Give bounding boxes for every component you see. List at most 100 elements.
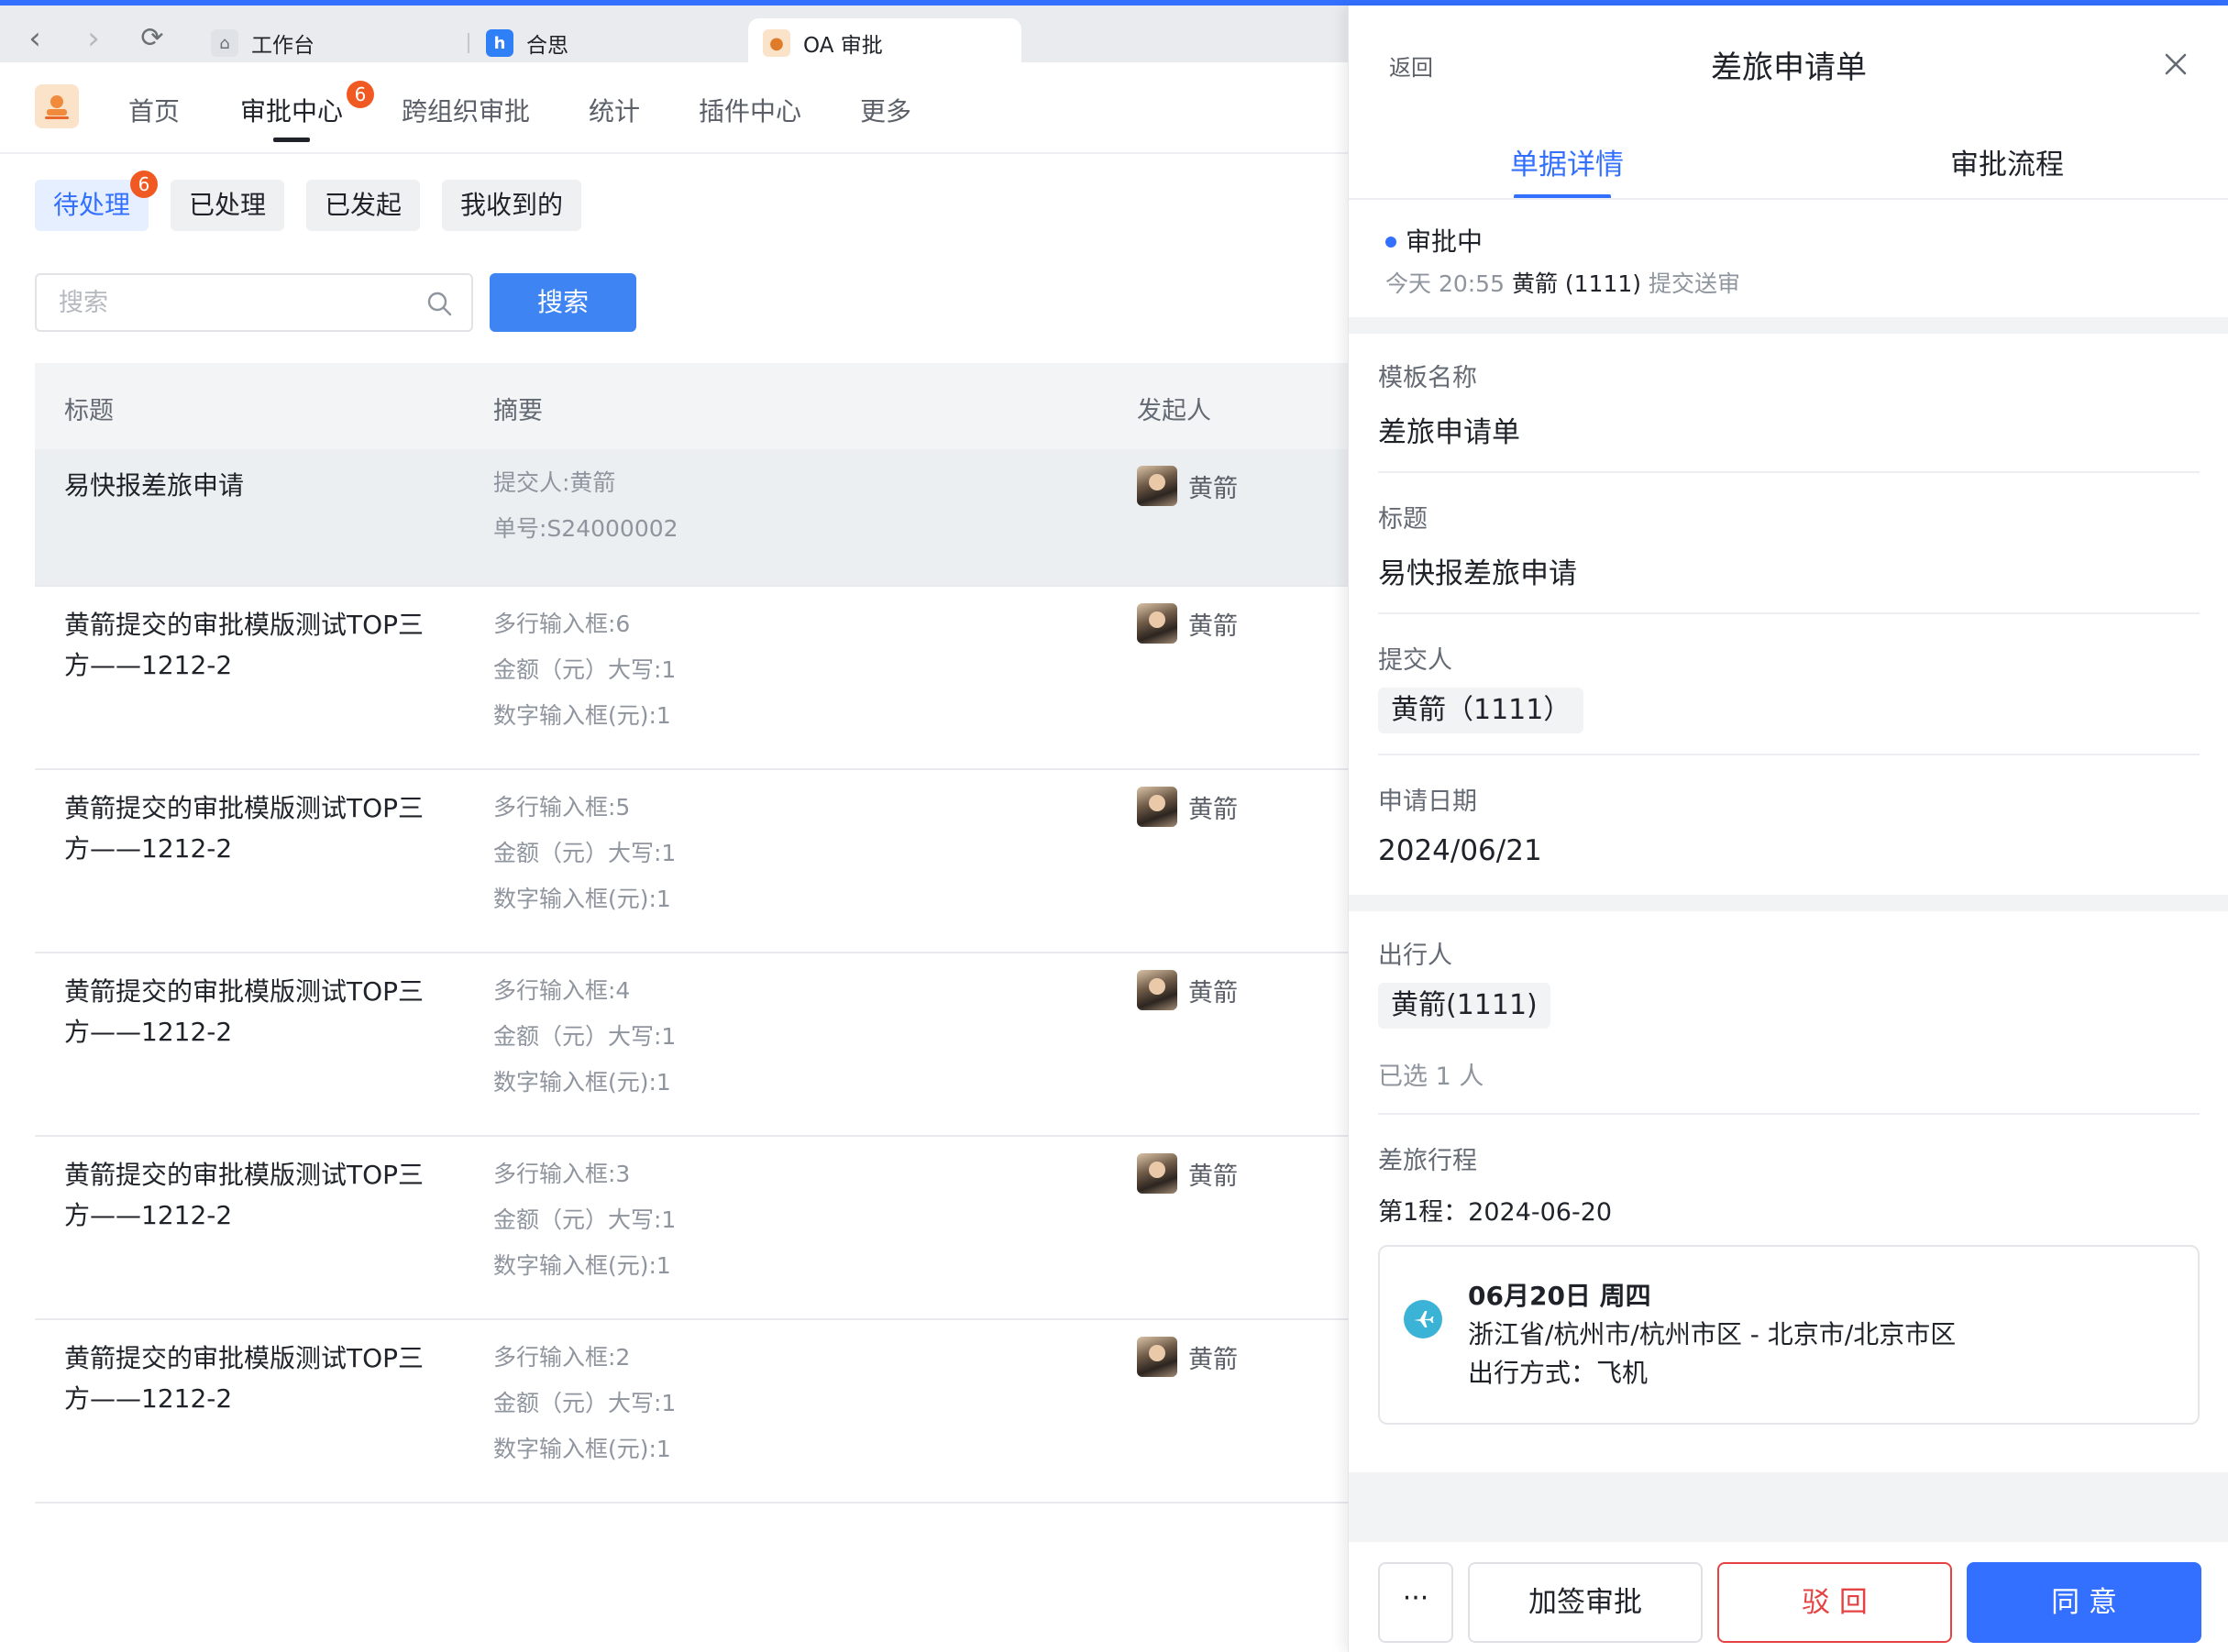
refresh-icon[interactable]: ⟳ xyxy=(132,18,172,59)
forward-arrow-icon[interactable]: › xyxy=(73,18,114,59)
avatar xyxy=(1137,1337,1177,1377)
menu-cross-org-approval[interactable]: 跨组织审批 xyxy=(402,92,530,128)
menu-plugin-center[interactable]: 插件中心 xyxy=(699,92,801,128)
field-divider xyxy=(1378,612,2200,614)
row-initiator: 黄箭 xyxy=(1188,474,1238,503)
row-summary-line: 金额（元）大写:1 xyxy=(493,1023,677,1050)
itinerary-label: 差旅行程 xyxy=(1378,1147,1477,1175)
menu-statistics[interactable]: 统计 xyxy=(589,92,640,128)
status-detail: 今天 20:55 黄箭 (1111) 提交送审 xyxy=(1385,266,1740,299)
submitter-chip: 黄箭（1111） xyxy=(1378,688,1584,733)
traveler-chip: 黄箭(1111) xyxy=(1378,983,1550,1029)
table-row[interactable]: 黄箭提交的审批模版测试TOP三 方——1212-2 多行输入框:6 金额（元）大… xyxy=(35,587,1348,770)
section-gap xyxy=(1349,317,2228,334)
row-initiator: 黄箭 xyxy=(1188,611,1238,641)
search-button[interactable]: 搜索 xyxy=(490,273,636,332)
more-actions-button[interactable]: ··· xyxy=(1378,1562,1453,1643)
row-title: 方——1212-2 xyxy=(64,833,233,864)
action-footer: ··· 加签审批 驳 回 同 意 xyxy=(1349,1542,2228,1652)
avatar xyxy=(1137,970,1177,1010)
avatar xyxy=(1137,466,1177,506)
tab-workbench[interactable]: ⌂ 工作台 xyxy=(196,18,462,68)
row-title: 方——1212-2 xyxy=(64,650,233,680)
row-summary-line: 数字输入框(元):1 xyxy=(493,1069,671,1096)
avatar xyxy=(1137,787,1177,827)
trip-date: 06月20日 周四 xyxy=(1468,1281,1651,1311)
table-row[interactable]: 易快报差旅申请 提交人:黄箭 单号:S24000002 黄箭 xyxy=(35,449,1348,587)
tab-label: OA 审批 xyxy=(803,34,883,58)
tab-hesi[interactable]: h 合思 xyxy=(471,18,737,68)
avatar xyxy=(1137,1153,1177,1194)
menu-approval-center[interactable]: 审批中心 xyxy=(240,92,343,128)
submitter-label: 提交人 xyxy=(1378,646,1452,675)
trip-card[interactable]: 06月20日 周四 浙江省/杭州市/杭州市区 - 北京市/北京市区 出行方式：飞… xyxy=(1378,1245,2200,1425)
oa-stamp-icon: ● xyxy=(763,29,790,57)
row-summary-line: 多行输入框:2 xyxy=(493,1344,631,1371)
traveler-count: 已选 1 人 xyxy=(1378,1063,1484,1091)
approval-table: 标题 摘要 发起人 易快报差旅申请 提交人:黄箭 单号:S24000002 黄箭… xyxy=(35,363,1348,1503)
detail-panel: 返回 差旅申请单 单据详情 审批流程 审批中 今天 20:55 黄箭 (1111… xyxy=(1348,6,2228,1652)
workbench-icon: ⌂ xyxy=(211,29,238,57)
search-input[interactable] xyxy=(57,275,424,330)
tab-oa-approval[interactable]: ● OA 审批 xyxy=(748,18,1021,68)
table-row[interactable]: 黄箭提交的审批模版测试TOP三 方——1212-2 多行输入框:2 金额（元）大… xyxy=(35,1320,1348,1503)
status-time: 今天 20:55 xyxy=(1385,270,1505,297)
status-dot-icon xyxy=(1385,237,1396,248)
menu-more[interactable]: 更多 xyxy=(860,92,911,128)
search-icon[interactable] xyxy=(425,290,453,317)
tab-label: 工作台 xyxy=(251,34,314,58)
row-title: 方——1212-2 xyxy=(64,1017,233,1047)
field-divider xyxy=(1378,1113,2200,1115)
itinerary-leg: 第1程：2024-06-20 xyxy=(1378,1198,1613,1227)
panel-title: 差旅申请单 xyxy=(1711,50,1867,86)
row-title: 易快报差旅申请 xyxy=(64,470,245,501)
row-summary-line: 金额（元）大写:1 xyxy=(493,1206,677,1233)
title-value: 易快报差旅申请 xyxy=(1378,557,1577,590)
status-label: 审批中 xyxy=(1406,226,1483,257)
tab-approval-flow[interactable]: 审批流程 xyxy=(1950,141,2064,182)
column-header-summary: 摘要 xyxy=(493,397,543,425)
table-row[interactable]: 黄箭提交的审批模版测试TOP三 方——1212-2 多行输入框:5 金额（元）大… xyxy=(35,770,1348,953)
table-row[interactable]: 黄箭提交的审批模版测试TOP三 方——1212-2 多行输入框:4 金额（元）大… xyxy=(35,953,1348,1137)
tab-divider xyxy=(468,33,469,53)
row-summary-line: 多行输入框:5 xyxy=(493,794,631,820)
field-divider xyxy=(1378,471,2200,473)
row-summary-line: 多行输入框:6 xyxy=(493,611,631,637)
traveler-label: 出行人 xyxy=(1378,942,1452,970)
pending-badge: 6 xyxy=(130,171,158,198)
airplane-icon xyxy=(1404,1300,1442,1338)
table-row[interactable]: 黄箭提交的审批模版测试TOP三 方——1212-2 多行输入框:3 金额（元）大… xyxy=(35,1137,1348,1320)
tab-divider xyxy=(1349,198,2228,200)
filter-processed[interactable]: 已处理 xyxy=(171,180,285,231)
menu-home[interactable]: 首页 xyxy=(128,92,180,128)
row-summary-line: 提交人:黄箭 xyxy=(493,469,616,496)
row-title: 黄箭提交的审批模版测试TOP三 xyxy=(64,1343,425,1373)
template-name-label: 模板名称 xyxy=(1378,364,1477,392)
oa-logo-icon[interactable] xyxy=(35,84,79,128)
table-header: 标题 摘要 发起人 xyxy=(35,363,1348,449)
row-initiator: 黄箭 xyxy=(1188,1162,1238,1191)
add-sign-button[interactable]: 加签审批 xyxy=(1468,1562,1703,1643)
row-title: 黄箭提交的审批模版测试TOP三 xyxy=(64,610,425,640)
row-title: 黄箭提交的审批模版测试TOP三 xyxy=(64,793,425,823)
row-summary-line: 数字输入框(元):1 xyxy=(493,886,671,912)
row-summary-line: 多行输入框:4 xyxy=(493,977,631,1004)
row-summary-line: 数字输入框(元):1 xyxy=(493,1436,671,1462)
back-arrow-icon[interactable]: ‹ xyxy=(15,18,55,59)
column-header-title: 标题 xyxy=(64,397,114,425)
row-summary-line: 金额（元）大写:1 xyxy=(493,840,677,866)
row-summary-line: 数字输入框(元):1 xyxy=(493,702,671,729)
avatar xyxy=(1137,603,1177,644)
tab-document-details[interactable]: 单据详情 xyxy=(1510,141,1624,182)
template-name-value: 差旅申请单 xyxy=(1378,416,1520,449)
row-summary-line: 金额（元）大写:1 xyxy=(493,1390,677,1416)
filter-received[interactable]: 我收到的 xyxy=(442,180,582,231)
agree-button[interactable]: 同 意 xyxy=(1967,1562,2201,1643)
close-icon[interactable] xyxy=(2157,46,2194,83)
approval-center-badge: 6 xyxy=(347,81,374,108)
row-title: 黄箭提交的审批模版测试TOP三 xyxy=(64,1160,425,1190)
filter-initiated[interactable]: 已发起 xyxy=(306,180,421,231)
field-divider xyxy=(1378,754,2200,755)
reject-button[interactable]: 驳 回 xyxy=(1717,1562,1952,1643)
row-initiator: 黄箭 xyxy=(1188,978,1238,1008)
